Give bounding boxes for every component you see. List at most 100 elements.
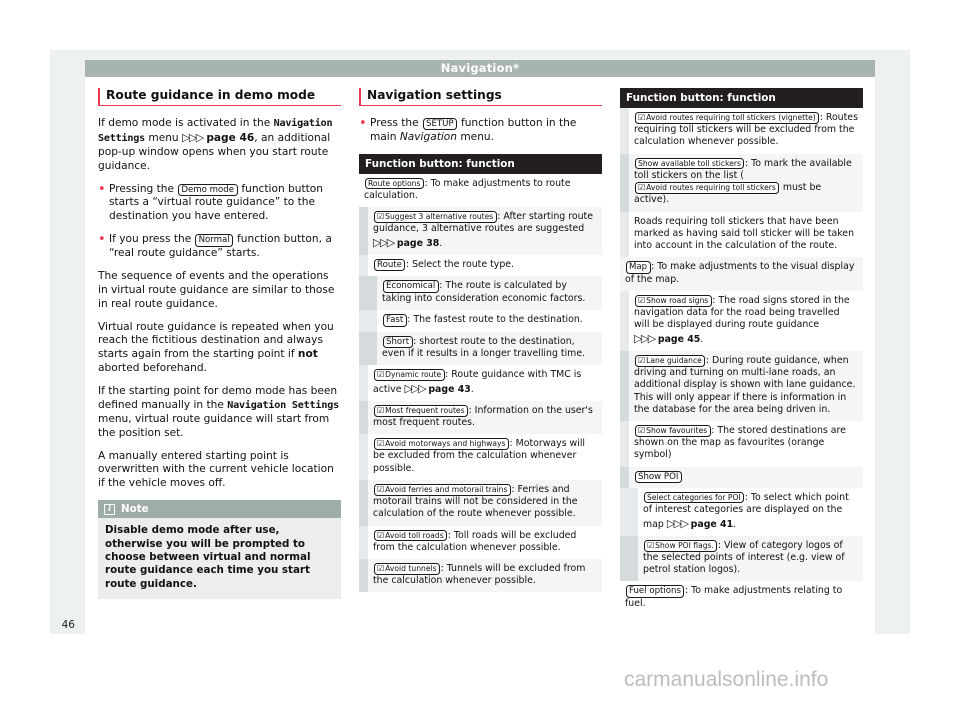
- function-button-avoid-ferries-and-motorail-trains[interactable]: ☑Avoid ferries and motorail trains: [373, 483, 511, 496]
- function-button-show-poi-flags[interactable]: ☑Show POI flags.: [643, 539, 718, 552]
- function-button-fuel-options[interactable]: Fuel options: [625, 585, 685, 598]
- function-button-lane-guidance[interactable]: ☑Lane guidance: [634, 354, 706, 367]
- function-button-economical[interactable]: Economical: [382, 280, 439, 293]
- table-row: ☑Suggest 3 alternative routes: After sta…: [359, 207, 602, 255]
- table-row: ☑Avoid motorways and highways: Motorways…: [359, 434, 602, 480]
- function-button-route[interactable]: Route: [373, 258, 406, 272]
- function-button-show-road-signs[interactable]: ☑Show road signs: [634, 294, 712, 307]
- text-frag: menu.: [456, 130, 494, 143]
- chevron-right-icon: ▷▷▷: [373, 235, 395, 249]
- indent-stripe: [629, 488, 638, 536]
- indent-stripe: [359, 559, 368, 593]
- table-row: ☑Avoid ferries and motorail trains: Ferr…: [359, 479, 602, 526]
- function-button-select-categories-for-poi[interactable]: Select categories for POI: [643, 492, 745, 504]
- table-row: Show available toll stickers: To mark th…: [620, 153, 863, 212]
- indent-stripe: [368, 331, 377, 366]
- table-row: Route options: To make adjustments to ro…: [359, 173, 602, 208]
- text-frag: If you press the: [109, 233, 195, 246]
- table-cell: ☑Show POI flags.: View of category logos…: [638, 535, 863, 582]
- function-button-suggest-3-alternative-routes[interactable]: ☑Suggest 3 alternative routes: [373, 211, 497, 223]
- table-cell: ☑Avoid tunnels: Tunnels will be excluded…: [368, 559, 602, 593]
- table-cell: ☑Avoid toll roads: Toll roads will be ex…: [368, 525, 602, 559]
- function-button-normal[interactable]: Normal: [195, 234, 234, 247]
- function-button-show-favourites[interactable]: ☑Show favourites: [634, 424, 711, 437]
- indent-stripe: [620, 211, 629, 258]
- right-column: Function button: function ☑Avoid routes …: [620, 88, 863, 628]
- function-button-avoid-motorways-and-highways[interactable]: ☑Avoid motorways and highways: [373, 438, 509, 450]
- cross-reference-page-46: ▷▷▷ page 46: [182, 130, 255, 144]
- chevron-right-icon: ▷▷▷: [404, 381, 426, 395]
- cross-reference[interactable]: ▷▷▷ page 38: [373, 235, 439, 249]
- checkbox-checked-icon: ☑: [647, 540, 655, 550]
- indent-stripe: [620, 466, 629, 489]
- emphasis-not: not: [297, 348, 318, 361]
- bullet-demo-mode-button: Pressing the Demo mode function button s…: [98, 182, 341, 225]
- section-heading-navigation-settings: Navigation settings: [359, 88, 602, 106]
- note-body: Disable demo mode after use, otherwise y…: [98, 518, 341, 599]
- table-cell: Short: shortest route to the destination…: [377, 331, 602, 366]
- info-icon: i: [104, 503, 115, 515]
- watermark: carmanualsonline.info: [624, 668, 829, 691]
- table-cell: ☑Show road signs: The road signs stored …: [629, 290, 863, 351]
- menu-name-navigation: Navigation: [399, 130, 457, 143]
- page-number: 46: [61, 619, 75, 631]
- text-frag: If demo mode is activated in the: [98, 117, 274, 129]
- function-button-fast[interactable]: Fast: [382, 314, 407, 327]
- paragraph-virtual-repeat: Virtual route guidance is repeated when …: [98, 321, 341, 377]
- table-cell: ☑Suggest 3 alternative routes: After sta…: [368, 207, 602, 255]
- function-button-avoid-toll-roads[interactable]: ☑Avoid toll roads: [373, 529, 448, 542]
- function-button-avoid-tunnels[interactable]: ☑Avoid tunnels: [373, 563, 441, 575]
- table-row: Select categories for POI: To select whi…: [620, 488, 863, 536]
- chevron-right-icon: ▷▷▷: [666, 516, 689, 530]
- function-button-map[interactable]: Map: [625, 261, 651, 274]
- function-button-route-options[interactable]: Route options: [364, 177, 424, 189]
- table-body-right: ☑Avoid routes requiring toll stickers (v…: [620, 108, 863, 616]
- cross-reference[interactable]: ▷▷▷ page 45: [634, 332, 700, 345]
- table-cell: Fast: The fastest route to the destinati…: [377, 310, 602, 332]
- table-header-function-button-2: Function button: function: [620, 88, 863, 108]
- function-button-avoid-routes-requiring-toll-stickers-vignette[interactable]: ☑Avoid routes requiring toll stickers (v…: [634, 112, 820, 124]
- function-button-demo-mode[interactable]: Demo mode: [177, 183, 238, 196]
- running-header: Navigation*: [85, 60, 875, 77]
- indent-stripe: [359, 525, 368, 559]
- menu-name-navigation-settings-2: Navigation Settings: [227, 399, 339, 411]
- bullet-press-setup: Press the SETUP function button in the m…: [359, 116, 602, 145]
- table-row: ☑Show favourites: The stored destination…: [620, 420, 863, 467]
- function-button-show-poi[interactable]: Show POI: [634, 470, 682, 484]
- table-cell: Map: To make adjustments to the visual d…: [620, 257, 863, 291]
- function-button-most-frequent-routes[interactable]: ☑Most frequent routes: [373, 404, 469, 417]
- table-cell: Route: Select the route type.: [368, 254, 602, 277]
- text-frag: menu, virtual route guidance will start …: [98, 412, 330, 439]
- table-cell: ☑Avoid motorways and highways: Motorways…: [368, 434, 602, 480]
- table-cell: ☑Dynamic route: Route guidance with TMC …: [368, 365, 602, 401]
- table-row: ☑Avoid routes requiring toll stickers (v…: [620, 108, 863, 154]
- table-row: Fuel options: To make adjustments relati…: [620, 581, 863, 616]
- note-header: i Note: [98, 500, 341, 519]
- table-row: ☑Avoid toll roads: Toll roads will be ex…: [359, 525, 602, 559]
- table-cell: Fuel options: To make adjustments relati…: [620, 581, 863, 616]
- paragraph-overwrite-location: A manually entered starting point is ove…: [98, 449, 334, 490]
- indent-stripe: [620, 290, 629, 351]
- indent-stripe: [620, 420, 629, 467]
- indent-stripe: [368, 310, 377, 332]
- table-row: Show POI: [620, 466, 863, 489]
- function-button-avoid-routes-requiring-toll-stickers[interactable]: ☑Avoid routes requiring toll stickers: [634, 182, 780, 194]
- cross-reference[interactable]: ▷▷▷ page 43: [404, 381, 470, 395]
- table-cell: ☑Show favourites: The stored destination…: [629, 420, 863, 467]
- settings-table-middle: Function button: function Route options:…: [359, 153, 602, 593]
- table-row: Short: shortest route to the destination…: [359, 331, 602, 366]
- indent-stripe: [359, 331, 368, 366]
- indent-stripe: [359, 276, 368, 311]
- table-cell: Economical: The route is calculated by t…: [377, 276, 602, 311]
- note-title: Note: [121, 503, 149, 516]
- function-button-show-available-toll-stickers[interactable]: Show available toll stickers: [634, 157, 745, 169]
- checkbox-checked-icon: ☑: [377, 484, 385, 494]
- indent-stripe: [359, 310, 368, 332]
- indent-stripe: [359, 479, 368, 526]
- paragraph-demo-intro: If demo mode is activated in the Navigat…: [98, 117, 341, 174]
- text-frag: aborted beforehand.: [98, 362, 207, 375]
- function-button-short[interactable]: Short: [382, 335, 413, 349]
- cross-reference[interactable]: ▷▷▷ page 41: [666, 516, 733, 530]
- function-button-setup[interactable]: SETUP: [422, 118, 458, 131]
- function-button-dynamic-route[interactable]: ☑Dynamic route: [373, 369, 445, 382]
